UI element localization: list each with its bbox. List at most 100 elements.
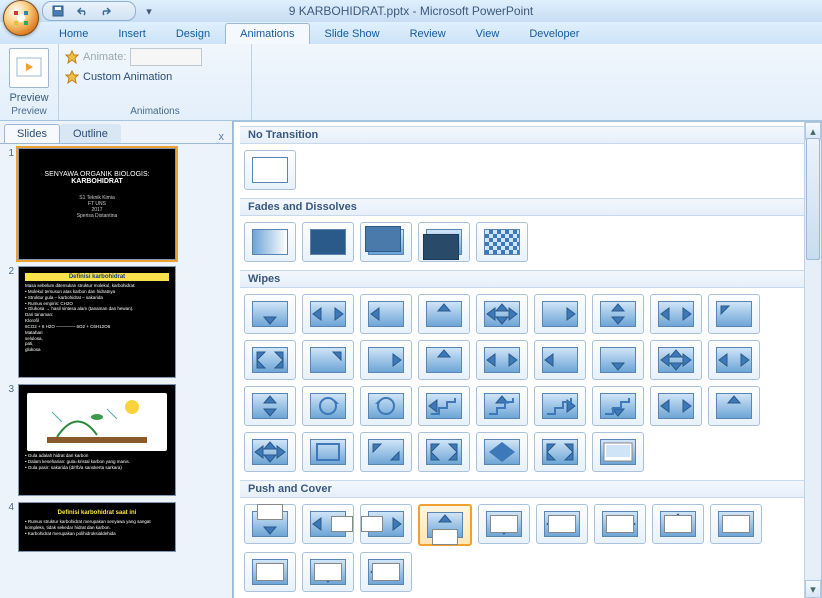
preview-button[interactable] [9, 48, 49, 88]
qat-customize-icon[interactable]: ▾ [140, 2, 158, 20]
transition-item[interactable] [708, 340, 760, 380]
transition-item[interactable] [534, 432, 586, 472]
transition-item[interactable] [418, 386, 470, 426]
slide-thumb-4[interactable]: Definisi karbohidrat saat ini • Rumus st… [18, 502, 176, 552]
thumb-body: • Rumus struktur karbohidrat merupakan s… [25, 519, 169, 537]
transition-item[interactable] [302, 552, 354, 592]
transition-item[interactable] [592, 294, 644, 334]
transition-item[interactable] [534, 386, 586, 426]
transition-item[interactable] [302, 432, 354, 472]
scroll-thumb[interactable] [806, 138, 820, 260]
transition-item[interactable] [708, 294, 760, 334]
tab-developer[interactable]: Developer [514, 23, 594, 44]
cat-no-transition: No Transition [240, 126, 821, 144]
transition-item[interactable] [476, 222, 528, 262]
transition-item[interactable] [476, 432, 528, 472]
thumb-body: Masa sebelum ditemukan struktur molekul,… [25, 283, 169, 353]
transition-item[interactable] [536, 504, 588, 544]
transition-item[interactable] [244, 432, 296, 472]
preview-label: Preview [6, 92, 52, 104]
transition-item[interactable] [360, 552, 412, 592]
transition-item[interactable] [302, 294, 354, 334]
transition-none[interactable] [244, 150, 296, 190]
transition-item[interactable] [534, 340, 586, 380]
custom-animation-button[interactable]: Custom Animation [83, 71, 172, 83]
transition-item[interactable] [244, 222, 296, 262]
thumb-number: 3 [4, 384, 14, 395]
transition-item[interactable] [476, 340, 528, 380]
tab-slideshow[interactable]: Slide Show [310, 23, 395, 44]
transition-item[interactable] [360, 386, 412, 426]
cat-push: Push and Cover [240, 480, 821, 498]
slide-thumb-1[interactable]: SENYAWA ORGANIK BIOLOGIS: KARBOHIDRAT S1… [18, 148, 176, 260]
office-button[interactable] [3, 0, 39, 36]
transition-item[interactable] [476, 386, 528, 426]
tab-review[interactable]: Review [395, 23, 461, 44]
transition-item[interactable] [534, 294, 586, 334]
slide-thumb-3[interactable]: • Gula adalah hidrat dari karbon • Dalam… [18, 384, 176, 496]
transition-item[interactable] [244, 386, 296, 426]
slide-thumbnails[interactable]: 1 SENYAWA ORGANIK BIOLOGIS: KARBOHIDRAT … [0, 144, 232, 598]
transition-item[interactable] [360, 222, 412, 262]
animate-label: Animate: [83, 51, 126, 63]
thumb-sub: KARBOHIDRAT [25, 178, 169, 185]
transition-item[interactable] [478, 504, 530, 544]
ribbon-tabs: Home Insert Design Animations Slide Show… [0, 22, 822, 44]
transition-item[interactable] [360, 340, 412, 380]
transition-item[interactable] [302, 222, 354, 262]
transition-item[interactable] [592, 386, 644, 426]
transition-item[interactable] [418, 340, 470, 380]
transition-item[interactable] [418, 504, 472, 546]
transition-item[interactable] [476, 294, 528, 334]
tab-animations[interactable]: Animations [225, 23, 309, 44]
transition-item[interactable] [418, 222, 470, 262]
transition-item[interactable] [592, 340, 644, 380]
pane-tab-outline[interactable]: Outline [60, 124, 121, 143]
transition-item[interactable] [650, 340, 702, 380]
transition-item[interactable] [244, 552, 296, 592]
animate-dropdown[interactable] [130, 48, 202, 66]
transition-item[interactable] [360, 432, 412, 472]
group-animations-label: Animations [65, 106, 245, 118]
slide-thumb-2[interactable]: Definisi karbohidrat Masa sebelum ditemu… [18, 266, 176, 378]
transition-item[interactable] [710, 504, 762, 544]
pane-tab-slides[interactable]: Slides [4, 124, 60, 143]
thumb-head: Definisi karbohidrat [25, 273, 169, 281]
gallery-scrollbar[interactable]: ▴ ▾ [804, 122, 821, 598]
transition-item[interactable] [244, 294, 296, 334]
ribbon: Preview Preview Animate: Custom Animatio… [0, 44, 822, 121]
cat-wipes: Wipes [240, 270, 821, 288]
tab-home[interactable]: Home [44, 23, 103, 44]
custom-anim-icon [65, 70, 79, 84]
transition-item[interactable] [592, 432, 644, 472]
slides-pane: Slides Outline x 1 SENYAWA ORGANIK BIOLO… [0, 121, 233, 598]
transition-item[interactable] [650, 386, 702, 426]
thumb-title: SENYAWA ORGANIK BIOLOGIS: [25, 171, 169, 178]
pane-close-icon[interactable]: x [215, 131, 229, 143]
thumb-head: Definisi karbohidrat saat ini [25, 509, 169, 517]
transition-item[interactable] [302, 340, 354, 380]
transition-item[interactable] [360, 294, 412, 334]
transition-item[interactable] [650, 294, 702, 334]
redo-icon[interactable] [97, 2, 115, 20]
title-bar: ▾ 9 KARBOHIDRAT.pptx - Microsoft PowerPo… [0, 0, 822, 22]
tab-insert[interactable]: Insert [103, 23, 161, 44]
window-title: 9 KARBOHIDRAT.pptx - Microsoft PowerPoin… [289, 4, 534, 18]
transition-item[interactable] [244, 340, 296, 380]
transition-item[interactable] [302, 504, 354, 544]
transition-item[interactable] [418, 432, 470, 472]
undo-icon[interactable] [73, 2, 91, 20]
tab-design[interactable]: Design [161, 23, 225, 44]
transition-item[interactable] [594, 504, 646, 544]
scroll-down-icon[interactable]: ▾ [805, 580, 821, 598]
transition-item[interactable] [418, 294, 470, 334]
transition-item[interactable] [652, 504, 704, 544]
tab-view[interactable]: View [461, 23, 515, 44]
transition-item[interactable] [360, 504, 412, 544]
transition-item[interactable] [708, 386, 760, 426]
thumb-meta: S1 Teknik Kimia FT UNS 2017 Sperisa Dist… [25, 195, 169, 219]
save-icon[interactable] [49, 2, 67, 20]
thumb-number: 1 [4, 148, 14, 159]
transition-item[interactable] [302, 386, 354, 426]
transition-item[interactable] [244, 504, 296, 544]
